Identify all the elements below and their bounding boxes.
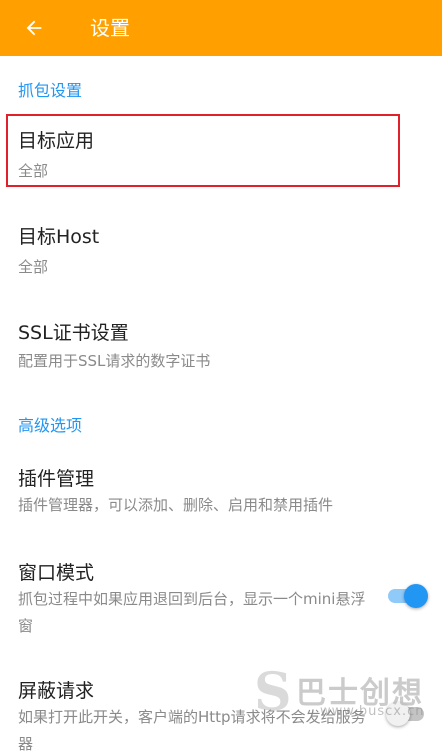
pref-window-mode[interactable]: 窗口模式 抓包过程中如果应用退回到后台，显示一个mini悬浮窗 [0, 546, 442, 646]
pref-target-app[interactable]: 目标应用 全部 [0, 112, 442, 192]
pref-target-host[interactable]: 目标Host 全部 [0, 208, 442, 292]
pref-plugins-title: 插件管理 [18, 468, 95, 490]
toggle-thumb [386, 702, 410, 726]
pref-target-host-summary: 全部 [18, 258, 49, 276]
pref-target-host-title: 目标Host [18, 226, 100, 248]
back-button[interactable] [14, 8, 54, 48]
section-header-advanced: 高级选项 [18, 416, 83, 435]
pref-plugins-summary: 插件管理器，可以添加、删除、启用和禁用插件 [18, 496, 334, 514]
pref-target-app-summary: 全部 [18, 162, 49, 180]
pref-window-mode-summary: 抓包过程中如果应用退回到后台，显示一个mini悬浮窗 [18, 590, 366, 635]
pref-ssl-summary: 配置用于SSL请求的数字证书 [18, 352, 211, 370]
window-mode-toggle[interactable] [386, 584, 430, 608]
pref-block-requests[interactable]: 屏蔽请求 如果打开此开关，客户端的Http请求将不会发给服务器 [0, 664, 442, 756]
pref-ssl-title: SSL证书设置 [18, 322, 129, 344]
app-bar: 设置 [0, 0, 442, 56]
section-header-capture: 抓包设置 [18, 81, 83, 100]
pref-window-mode-title: 窗口模式 [18, 562, 95, 584]
arrow-back-icon [26, 20, 42, 36]
pref-ssl-certificate[interactable]: SSL证书设置 配置用于SSL请求的数字证书 [0, 304, 442, 388]
pref-block-requests-title: 屏蔽请求 [18, 680, 95, 702]
pref-block-requests-summary: 如果打开此开关，客户端的Http请求将不会发给服务器 [18, 708, 366, 753]
pref-plugin-manager[interactable]: 插件管理 插件管理器，可以添加、删除、启用和禁用插件 [0, 450, 442, 530]
block-requests-toggle[interactable] [386, 702, 430, 726]
toggle-thumb [404, 584, 428, 608]
pref-target-app-title: 目标应用 [18, 130, 95, 152]
page-title: 设置 [90, 16, 130, 40]
